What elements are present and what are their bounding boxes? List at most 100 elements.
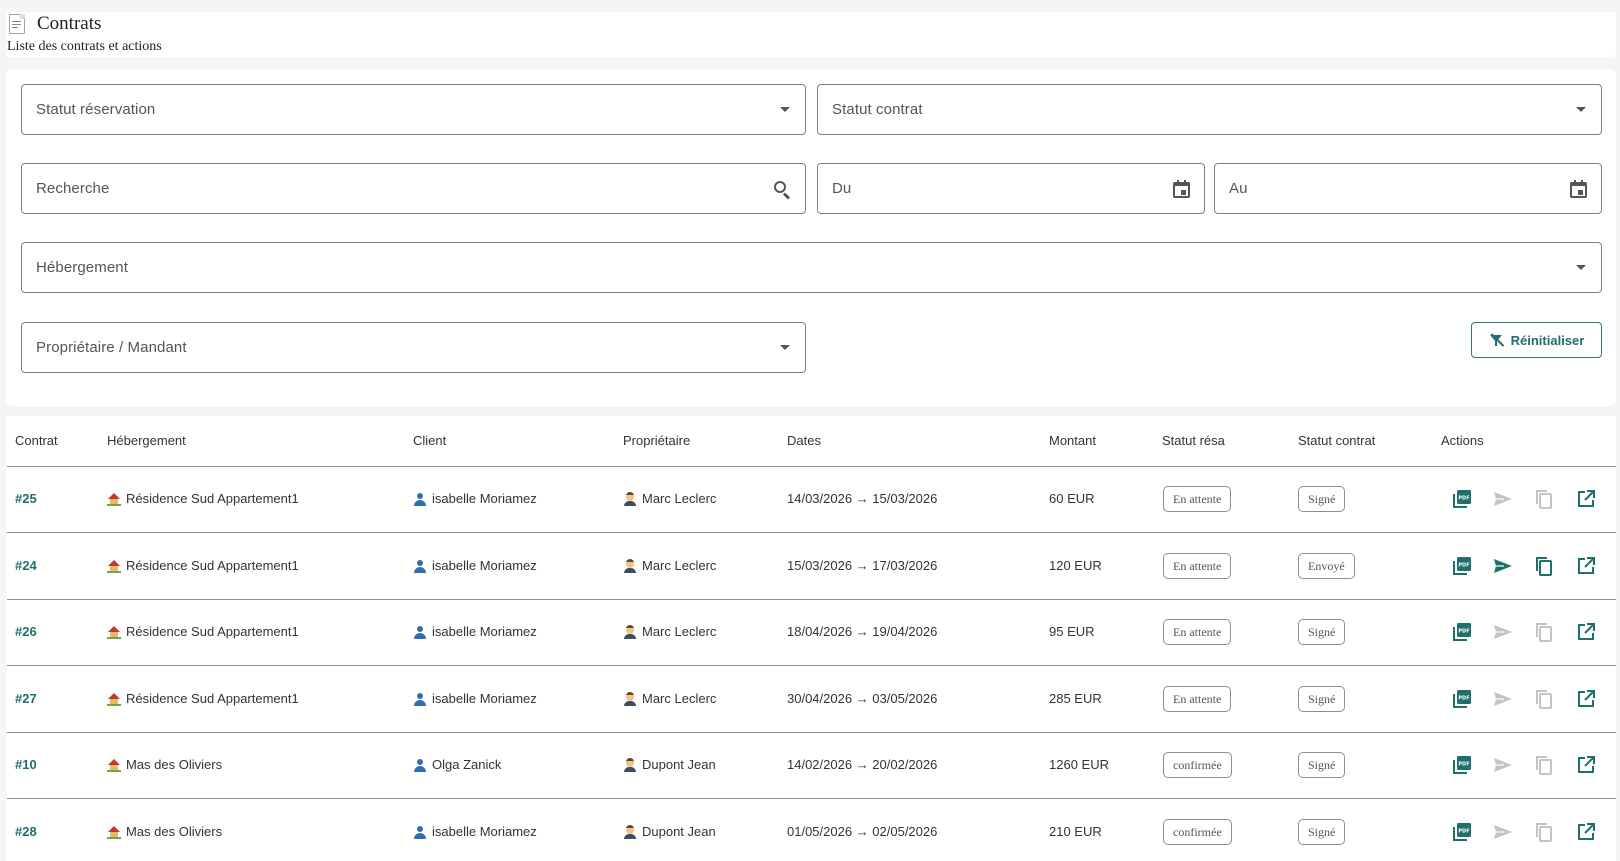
- chevron-down-icon: [1576, 265, 1586, 270]
- copy-icon: [1534, 755, 1554, 775]
- open-external-icon[interactable]: [1576, 556, 1596, 576]
- montant-cell: 120 EUR: [1049, 558, 1102, 573]
- house-icon: [107, 825, 121, 839]
- house-icon: [107, 692, 121, 706]
- statut-contrat-badge: Signé: [1298, 486, 1346, 512]
- montant-cell: 285 EUR: [1049, 691, 1102, 706]
- svg-text:PDF: PDF: [1458, 496, 1469, 502]
- search-placeholder: Recherche: [36, 180, 110, 197]
- house-icon: [107, 559, 121, 573]
- house-icon: [107, 492, 121, 506]
- dates-cell: 01/05/2026 → 02/05/2026: [787, 824, 938, 839]
- column-header-proprietaire[interactable]: Propriétaire: [623, 433, 690, 448]
- person-icon: [623, 691, 637, 706]
- calendar-icon[interactable]: [1570, 179, 1587, 198]
- date-to-placeholder: Au: [1229, 180, 1248, 197]
- user-icon: [413, 559, 427, 573]
- contract-id-link[interactable]: #28: [15, 824, 37, 839]
- client-cell: Olga Zanick: [413, 757, 501, 772]
- hebergement-cell: Résidence Sud Appartement1: [107, 558, 299, 573]
- column-header-statut-resa[interactable]: Statut résa: [1162, 433, 1225, 448]
- open-external-icon[interactable]: [1576, 622, 1596, 642]
- contract-id-link[interactable]: #25: [15, 491, 37, 506]
- statut-reservation-select[interactable]: Statut réservation: [21, 84, 806, 135]
- search-icon[interactable]: [773, 180, 791, 200]
- proprietaire-name: Dupont Jean: [642, 824, 716, 839]
- statut-contrat-label: Statut contrat: [832, 101, 923, 118]
- contract-id-link[interactable]: #26: [15, 624, 37, 639]
- copy-icon[interactable]: [1534, 556, 1554, 576]
- svg-text:PDF: PDF: [1458, 762, 1469, 768]
- house-icon: [107, 625, 121, 639]
- column-header-contrat[interactable]: Contrat: [15, 433, 58, 448]
- send-icon: [1493, 489, 1513, 509]
- statut-contrat-badge: Signé: [1298, 619, 1346, 645]
- column-header-actions: Actions: [1441, 433, 1484, 448]
- chevron-down-icon: [780, 107, 790, 112]
- send-icon[interactable]: [1493, 556, 1513, 576]
- hebergement-cell: Résidence Sud Appartement1: [107, 691, 299, 706]
- dates-cell: 15/03/2026 → 17/03/2026: [787, 558, 938, 573]
- search-input[interactable]: Recherche: [21, 163, 806, 214]
- proprietaire-name: Dupont Jean: [642, 757, 716, 772]
- pdf-icon[interactable]: PDF: [1452, 689, 1472, 709]
- montant-cell: 210 EUR: [1049, 824, 1102, 839]
- hebergement-cell: Résidence Sud Appartement1: [107, 624, 299, 639]
- client-cell: isabelle Moriamez: [413, 824, 537, 839]
- contract-id-link[interactable]: #27: [15, 691, 37, 706]
- hebergement-cell: Résidence Sud Appartement1: [107, 491, 299, 506]
- column-header-client[interactable]: Client: [413, 433, 446, 448]
- row-divider: [7, 732, 1616, 733]
- svg-text:PDF: PDF: [1458, 829, 1469, 835]
- client-name: isabelle Moriamez: [432, 824, 537, 839]
- person-icon: [623, 558, 637, 573]
- open-external-icon[interactable]: [1576, 689, 1596, 709]
- hebergement-name: Résidence Sud Appartement1: [126, 491, 299, 506]
- house-icon: [107, 758, 121, 772]
- client-name: isabelle Moriamez: [432, 624, 537, 639]
- statut-contrat-select[interactable]: Statut contrat: [817, 84, 1602, 135]
- table-header-divider: [7, 466, 1616, 467]
- reset-filters-button[interactable]: Réinitialiser: [1471, 322, 1602, 358]
- pdf-icon[interactable]: PDF: [1452, 556, 1472, 576]
- row-divider: [7, 532, 1616, 533]
- client-cell: isabelle Moriamez: [413, 624, 537, 639]
- hebergement-select[interactable]: Hébergement: [21, 242, 1602, 293]
- user-icon: [413, 625, 427, 639]
- column-header-montant[interactable]: Montant: [1049, 433, 1096, 448]
- dates-cell: 18/04/2026 → 19/04/2026: [787, 624, 938, 639]
- proprietaire-select[interactable]: Propriétaire / Mandant: [21, 322, 806, 373]
- calendar-icon[interactable]: [1173, 179, 1190, 198]
- dates-cell: 14/02/2026 → 20/02/2026: [787, 757, 938, 772]
- statut-reservation-label: Statut réservation: [36, 101, 156, 118]
- hebergement-name: Résidence Sud Appartement1: [126, 558, 299, 573]
- statut-contrat-badge: Signé: [1298, 819, 1346, 845]
- statut-resa-badge: confirmée: [1163, 752, 1232, 778]
- column-header-dates[interactable]: Dates: [787, 433, 821, 448]
- proprietaire-cell: Dupont Jean: [623, 757, 716, 772]
- client-cell: isabelle Moriamez: [413, 558, 537, 573]
- open-external-icon[interactable]: [1576, 755, 1596, 775]
- proprietaire-name: Marc Leclerc: [642, 691, 717, 706]
- copy-icon: [1534, 489, 1554, 509]
- column-header-hebergement[interactable]: Hébergement: [107, 433, 186, 448]
- column-header-statut-contrat[interactable]: Statut contrat: [1298, 433, 1375, 448]
- open-external-icon[interactable]: [1576, 822, 1596, 842]
- pdf-icon[interactable]: PDF: [1452, 822, 1472, 842]
- statut-resa-badge: En attente: [1163, 486, 1232, 512]
- contract-id-link[interactable]: #10: [15, 757, 37, 772]
- contract-id-link[interactable]: #24: [15, 558, 37, 573]
- page-header: Contrats Liste des contrats et actions: [6, 12, 1616, 57]
- chevron-down-icon: [1576, 107, 1586, 112]
- svg-text:PDF: PDF: [1458, 629, 1469, 635]
- open-external-icon[interactable]: [1576, 489, 1596, 509]
- date-from-field[interactable]: Du: [817, 163, 1205, 214]
- date-to-field[interactable]: Au: [1214, 163, 1602, 214]
- pdf-icon[interactable]: PDF: [1452, 755, 1472, 775]
- svg-text:PDF: PDF: [1458, 696, 1469, 702]
- pdf-icon[interactable]: PDF: [1452, 622, 1472, 642]
- person-icon: [623, 491, 637, 506]
- client-cell: isabelle Moriamez: [413, 691, 537, 706]
- pdf-icon[interactable]: PDF: [1452, 489, 1472, 509]
- hebergement-name: Mas des Oliviers: [126, 757, 223, 772]
